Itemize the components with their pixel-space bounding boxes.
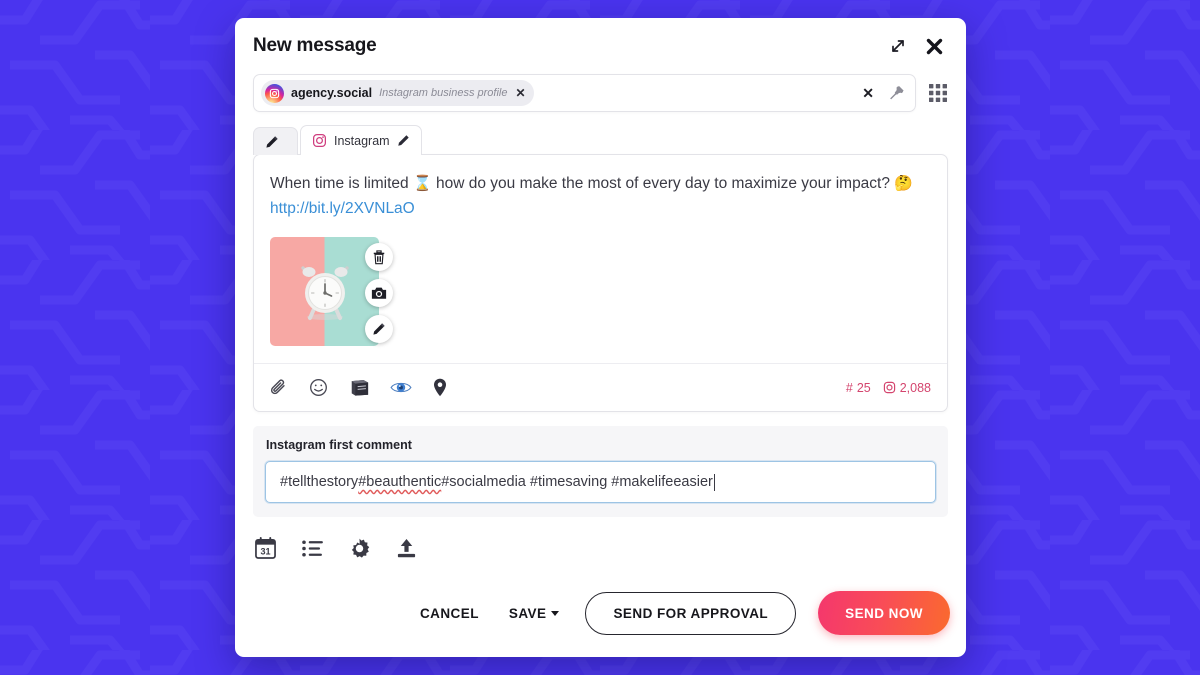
instagram-avatar-icon xyxy=(265,83,284,103)
remove-recipient-icon[interactable]: ✕ xyxy=(514,87,525,99)
send-for-approval-button[interactable]: SEND FOR APPROVAL xyxy=(585,591,797,635)
first-comment-misspelled: #beauthentic xyxy=(358,474,442,490)
notebook-icon xyxy=(349,379,369,396)
editor-tabs: Instagram xyxy=(235,112,966,155)
smiley-icon xyxy=(309,378,328,397)
text-caret xyxy=(713,473,715,491)
message-text-before: When time is limited xyxy=(270,175,413,192)
upload-icon xyxy=(396,538,417,559)
message-text-middle: how do you make the most of every day to… xyxy=(431,175,895,192)
upload-button[interactable] xyxy=(396,538,417,559)
close-icon[interactable] xyxy=(925,37,944,56)
recipient-chip[interactable]: agency.social Instagram business profile… xyxy=(261,80,534,106)
instagram-icon xyxy=(883,381,896,394)
location-pin-icon xyxy=(433,378,447,397)
schedule-button[interactable]: 31 xyxy=(255,537,276,559)
thinking-emoji: 🤔 xyxy=(894,175,913,192)
hashtag-counter: # 25 xyxy=(846,381,871,395)
first-comment-label: Instagram first comment xyxy=(266,438,412,452)
recipient-field[interactable]: agency.social Instagram business profile… xyxy=(253,74,916,112)
paperclip-icon xyxy=(270,379,288,397)
alarm-clock-illustration xyxy=(300,265,349,320)
hourglass-emoji: ⌛ xyxy=(412,175,432,192)
saved-content-button[interactable] xyxy=(349,379,369,396)
grid-apps-icon[interactable] xyxy=(928,83,948,103)
gear-icon xyxy=(349,538,370,559)
editor-toolbar: # 25 2,088 xyxy=(254,363,947,411)
first-comment-value-part2: #socialmedia #timesaving #makelifeeasier xyxy=(441,474,713,490)
message-text[interactable]: When time is limited ⌛ how do you make t… xyxy=(254,155,947,221)
hashtag-symbol: # xyxy=(845,380,853,395)
save-button-label: SAVE xyxy=(508,605,547,621)
hashtag-count: 25 xyxy=(856,380,871,395)
attachment-thumbnail[interactable] xyxy=(270,237,393,346)
emoji-button[interactable] xyxy=(309,378,328,397)
list-icon xyxy=(302,539,323,557)
pencil-icon xyxy=(372,322,386,336)
editor-wrapper: When time is limited ⌛ how do you make t… xyxy=(235,154,966,412)
eye-icon xyxy=(390,380,412,395)
attachment-image xyxy=(270,237,379,346)
trash-icon xyxy=(372,249,386,265)
character-counter: 2,088 xyxy=(883,381,931,395)
first-comment-value-part1: #tellthestory xyxy=(280,474,359,490)
pencil-icon xyxy=(265,135,279,149)
modal-title-bar: New message xyxy=(235,18,966,74)
recipient-field-actions: ✕ xyxy=(862,84,907,102)
editor-counters: # 25 2,088 xyxy=(846,381,931,395)
camera-attachment-button[interactable] xyxy=(365,279,393,307)
attachment-area xyxy=(254,221,947,346)
edit-attachment-button[interactable] xyxy=(365,315,393,343)
cancel-button[interactable]: CANCEL xyxy=(416,600,483,627)
first-comment-input[interactable]: #tellthestory #beauthentic #socialmedia … xyxy=(265,461,936,503)
compose-options-row: 31 xyxy=(235,517,966,559)
camera-icon xyxy=(371,286,387,300)
tab-instagram-edit-icon[interactable] xyxy=(397,134,410,147)
message-editor[interactable]: When time is limited ⌛ how do you make t… xyxy=(253,154,948,412)
recipient-name: agency.social xyxy=(291,86,373,100)
cancel-button-label: CANCEL xyxy=(419,605,479,621)
page-title: New message xyxy=(253,35,377,56)
modal-footer: CANCEL SAVE SEND FOR APPROVAL SEND NOW xyxy=(235,591,966,657)
attachment-actions xyxy=(365,243,393,343)
preview-button[interactable] xyxy=(390,380,412,395)
send-for-approval-label: SEND FOR APPROVAL xyxy=(613,605,769,621)
delete-attachment-button[interactable] xyxy=(365,243,393,271)
tab-instagram[interactable]: Instagram xyxy=(300,125,422,155)
chevron-down-icon xyxy=(551,610,560,616)
pushpin-icon[interactable] xyxy=(888,84,905,102)
first-comment-panel: Instagram first comment #tellthestory #b… xyxy=(253,426,948,517)
attach-file-button[interactable] xyxy=(270,379,288,397)
queue-button[interactable] xyxy=(302,539,323,557)
character-count: 2,088 xyxy=(899,380,931,395)
new-message-modal: New message agency.social Instagram busi… xyxy=(235,18,966,657)
send-now-label: SEND NOW xyxy=(845,605,923,621)
instagram-icon xyxy=(312,133,327,148)
expand-diagonal-icon[interactable] xyxy=(889,37,907,55)
recipient-subtitle: Instagram business profile xyxy=(379,87,508,99)
settings-button[interactable] xyxy=(349,538,370,559)
svg-text:31: 31 xyxy=(260,547,270,557)
message-link[interactable]: http://bit.ly/2XVNLaO xyxy=(270,200,415,217)
modal-title-actions xyxy=(889,37,944,56)
save-button[interactable]: SAVE xyxy=(505,600,564,627)
send-now-button[interactable]: SEND NOW xyxy=(818,591,950,635)
recipient-row: agency.social Instagram business profile… xyxy=(235,74,966,112)
location-button[interactable] xyxy=(433,378,447,397)
tab-instagram-label: Instagram xyxy=(334,133,390,148)
tab-compose[interactable] xyxy=(253,127,298,155)
clear-recipients-icon[interactable]: ✕ xyxy=(862,86,874,100)
editor-tool-icons xyxy=(270,378,447,397)
calendar-icon: 31 xyxy=(255,537,276,559)
